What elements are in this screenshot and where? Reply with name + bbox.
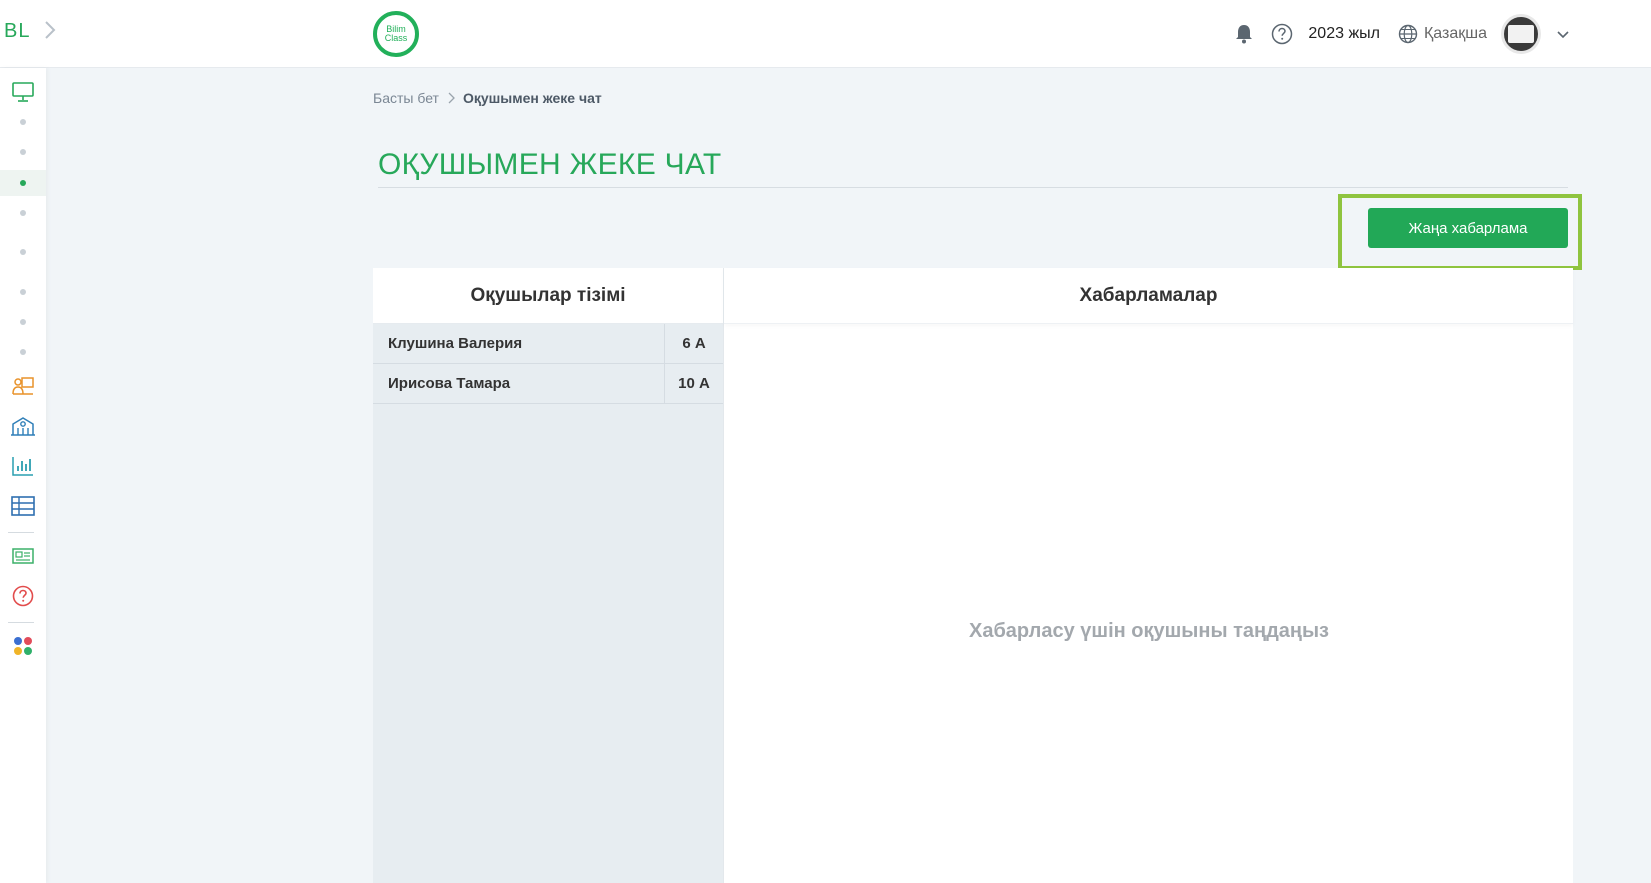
language-selector[interactable]: Қазақша [1398,24,1487,44]
sidebar-expand-icon[interactable] [44,20,68,46]
students-panel: Оқушылар тізімі Клушина Валерия 6 А Ирис… [373,268,723,883]
header-actions: 2023 жыл Қазақша [1232,14,1571,54]
empty-state-text: Хабарласу үшін оқушыны таңдаңыз [968,620,1329,642]
sidebar-item-apps[interactable] [0,630,46,662]
sidebar-dot [20,119,26,125]
language-label: Қазақша [1423,25,1487,42]
sidebar-dot [20,289,26,295]
sidebar-subitem-3-active[interactable] [0,170,46,196]
sidebar-item-school[interactable] [0,410,46,442]
new-message-button[interactable]: Жаңа хабарлама [1368,208,1568,248]
sidebar-subitem-2[interactable] [0,140,46,164]
sidebar [0,68,46,883]
sidebar-item-table[interactable] [0,490,46,522]
top-header: BL Bilim Class 2023 жыл Қазақша [0,0,1651,68]
table-icon [11,496,35,516]
sidebar-dot [20,210,26,216]
bilimclass-logo[interactable]: Bilim Class [373,11,419,57]
student-name: Клушина Валерия [388,335,523,352]
monitor-icon [12,82,34,102]
student-class: 10 А [664,364,723,403]
sidebar-item-dashboard[interactable] [0,76,46,108]
help-icon [12,585,34,607]
page-title: ОҚУШЫМЕН ЖЕКЕ ЧАТ [378,148,722,181]
sidebar-dot [20,249,26,255]
chevron-right-icon [448,92,455,104]
breadcrumb-current: Оқушымен жеке чат [462,90,602,106]
chevron-down-icon[interactable] [1555,26,1571,42]
sidebar-subitem-6[interactable] [0,280,46,304]
teacher-icon [12,377,34,395]
sidebar-subitem-5[interactable] [0,240,46,264]
messages-panel: Хабарламалар Хабарласу үшін оқушыны таңд… [723,268,1573,883]
sidebar-subitem-4[interactable] [0,201,46,225]
student-class: 6 А [664,324,723,363]
bl-logo[interactable]: BL [4,20,30,43]
sidebar-subitem-1[interactable] [0,110,46,134]
apps-icon [14,637,32,655]
breadcrumb-home-link[interactable]: Басты бет [373,90,439,106]
sidebar-item-news[interactable] [0,540,46,572]
student-name: Ирисова Тамара [388,375,511,392]
student-row[interactable]: Клушина Валерия 6 А [373,324,723,364]
sidebar-dot [20,149,26,155]
school-icon [11,417,35,436]
sidebar-dot [20,319,26,325]
academic-year-selector[interactable]: 2023 жыл [1308,25,1380,43]
sidebar-item-reports[interactable] [0,450,46,482]
globe-icon [1398,24,1418,44]
news-icon [12,548,34,564]
breadcrumb: Басты бет Оқушымен жеке чат [373,90,602,106]
sidebar-item-teacher[interactable] [0,370,46,402]
sidebar-dot [20,349,26,355]
brand-line-2: Class [384,33,408,43]
avatar-image [1508,25,1534,43]
help-circle-icon[interactable] [1270,22,1294,46]
sidebar-divider [8,622,34,623]
bell-icon[interactable] [1232,22,1256,46]
avatar[interactable] [1501,14,1541,54]
sidebar-subitem-8[interactable] [0,340,46,364]
students-panel-title: Оқушылар тізімі [373,268,723,324]
sidebar-divider [8,532,34,533]
sidebar-dot-active [20,180,26,186]
chart-icon [12,457,33,476]
student-row[interactable]: Ирисова Тамара 10 А [373,364,723,404]
title-divider [378,187,1568,188]
sidebar-item-help[interactable] [0,580,46,612]
messages-panel-title: Хабарламалар [724,268,1573,324]
sidebar-subitem-7[interactable] [0,310,46,334]
